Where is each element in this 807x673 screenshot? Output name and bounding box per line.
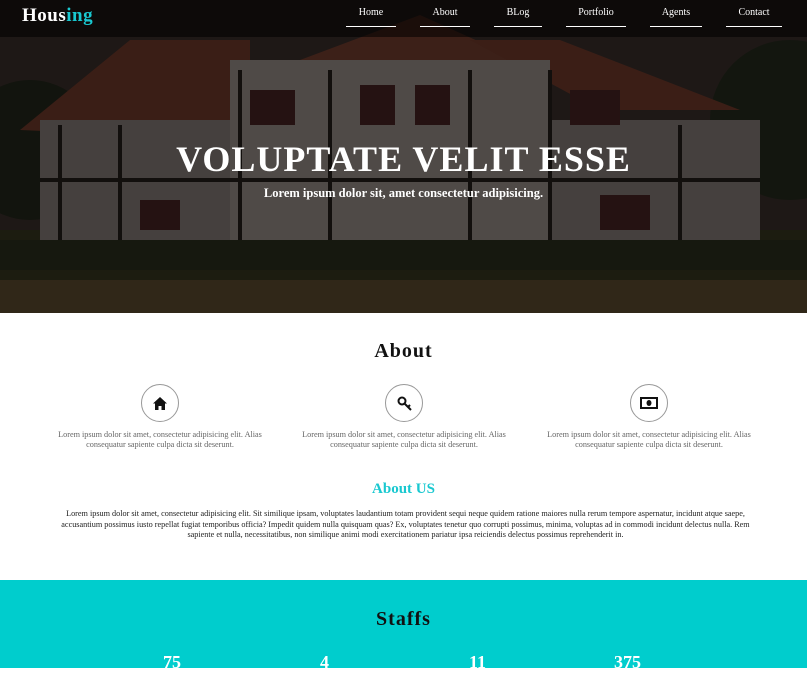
home-icon-circle — [141, 384, 179, 422]
feature-home: Lorem ipsum dolor sit amet, consectetur … — [45, 384, 275, 449]
about-heading: About — [374, 340, 433, 362]
money-icon-circle — [630, 384, 668, 422]
nav-menu: Home About BLog Portfolio Agents Contact — [346, 7, 782, 27]
key-icon-circle — [385, 384, 423, 422]
nav-link-contact[interactable]: Contact — [726, 7, 782, 27]
feature-key: Lorem ipsum dolor sit amet, consectetur … — [289, 384, 519, 449]
about-us-text: Lorem ipsum dolor sit amet, consectetur … — [61, 509, 750, 539]
staff-stat: 75 — [163, 652, 181, 672]
key-icon — [397, 396, 412, 411]
hero-subtitle: Lorem ipsum dolor sit, amet consectetur … — [263, 186, 544, 200]
money-icon — [640, 397, 658, 409]
nav-link-portfolio[interactable]: Portfolio — [566, 7, 626, 27]
nav-link-blog[interactable]: BLog — [494, 7, 542, 27]
staffs-heading: Staffs — [376, 608, 431, 630]
logo-accent-text: ing — [66, 5, 94, 26]
feature-text: Lorem ipsum dolor sit amet, consectetur … — [302, 430, 506, 449]
nav-link-agents[interactable]: Agents — [650, 7, 702, 27]
feature-text: Lorem ipsum dolor sit amet, consectetur … — [58, 430, 262, 449]
feature-money: Lorem ipsum dolor sit amet, consectetur … — [534, 384, 764, 449]
feature-text: Lorem ipsum dolor sit amet, consectetur … — [547, 430, 751, 449]
nav-link-about[interactable]: About — [420, 7, 470, 27]
staff-stat: 375 — [614, 652, 641, 672]
staffs-section: Staffs 75 4 11 375 — [0, 580, 807, 672]
hero-title: VOLUPTATE VELIT ESSE — [176, 139, 631, 179]
staff-stat: 4 — [320, 652, 329, 672]
about-us-heading: About US — [372, 481, 435, 497]
home-icon — [153, 396, 167, 410]
logo-text: Hous — [22, 5, 67, 26]
staff-stat: 11 — [469, 652, 487, 672]
nav-link-home[interactable]: Home — [346, 7, 396, 27]
logo[interactable]: Housing — [22, 5, 93, 27]
top-navbar: Housing Home About BLog Portfolio Agents… — [0, 0, 807, 37]
hero-section: Housing Home About BLog Portfolio Agents… — [0, 0, 807, 313]
